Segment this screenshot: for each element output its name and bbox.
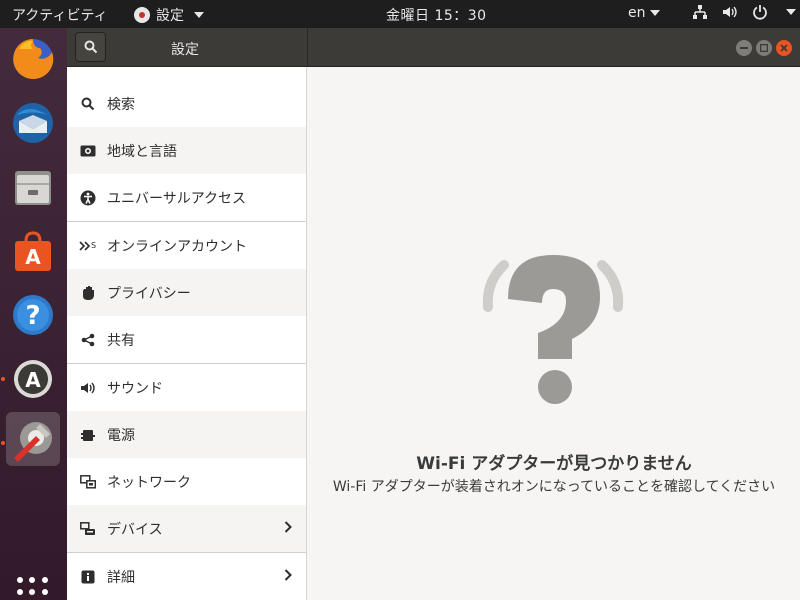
sidebar-item-devices[interactable]: デバイス — [67, 505, 306, 552]
sidebar-item-details[interactable]: 詳細 — [67, 553, 306, 600]
speaker-icon — [79, 379, 97, 397]
header-divider — [307, 28, 308, 67]
input-source-indicator[interactable]: en — [628, 5, 660, 21]
settings-icon[interactable] — [6, 412, 60, 466]
firefox-icon[interactable] — [6, 32, 60, 86]
settings-sidebar: 検索 地域と言語 ユニバーサルアクセス S オンラインアカウント プライバシー … — [67, 67, 307, 600]
accessibility-icon — [79, 189, 97, 207]
sidebar-item-label: ユニバーサルアクセス — [107, 190, 247, 207]
sidebar-item-universal-access[interactable]: ユニバーサルアクセス — [67, 174, 306, 221]
empty-state-title: Wi-Fi アダプターが見つかりません — [416, 454, 692, 474]
dropdown-arrow-icon — [649, 10, 660, 16]
header-bar: 設定 — [67, 28, 800, 67]
devices-icon — [79, 520, 97, 538]
dock: A ? A — [0, 28, 67, 600]
svg-text:A: A — [25, 245, 41, 269]
settings-window: 設定 検索 地域と言語 ユニバーサルアクセス S オンラインアカウント プライバ… — [67, 28, 800, 600]
settings-gear-icon — [134, 7, 150, 23]
network-icon — [79, 473, 97, 491]
thunderbird-icon[interactable] — [6, 96, 60, 150]
clock[interactable]: 金曜日 15：30 — [386, 5, 487, 25]
share-icon — [79, 331, 97, 349]
svg-text:A: A — [25, 368, 41, 392]
running-indicator — [1, 377, 5, 381]
sidebar-item-power[interactable]: 電源 — [67, 411, 306, 458]
search-icon — [79, 95, 97, 113]
maximize-icon — [760, 44, 768, 52]
no-wifi-question-icon — [468, 237, 638, 421]
search-button[interactable] — [75, 32, 106, 62]
sidebar-item-label: サウンド — [107, 380, 163, 397]
region-icon — [79, 142, 97, 160]
dropdown-arrow-icon — [194, 12, 204, 18]
app-menu-label: 設定 — [156, 8, 184, 24]
online-accounts-icon: S — [79, 237, 97, 255]
minimize-button[interactable] — [736, 40, 752, 56]
search-icon — [84, 40, 97, 54]
help-icon[interactable]: ? — [6, 288, 60, 342]
sidebar-item-online-accounts[interactable]: S オンラインアカウント — [67, 222, 306, 269]
sidebar-item-label: ネットワーク — [107, 474, 191, 491]
svg-text:S: S — [91, 241, 96, 250]
chevron-right-icon — [284, 521, 292, 537]
app-menu[interactable]: 設定 — [134, 5, 204, 25]
top-bar: アクティビティ 設定 金曜日 15：30 en — [0, 0, 800, 28]
sidebar-item-region[interactable]: 地域と言語 — [67, 127, 306, 174]
wifi-panel: Wi-Fi アダプターが見つかりません Wi-Fi アダプターが装着されオンにな… — [308, 67, 800, 600]
sidebar-item-label: 検索 — [107, 96, 135, 113]
sidebar-item-label: 電源 — [107, 427, 135, 444]
sidebar-item-label: 詳細 — [107, 569, 135, 586]
sidebar-item-label: 地域と言語 — [107, 143, 177, 160]
dropdown-arrow-icon — [786, 9, 796, 15]
close-button[interactable] — [776, 40, 792, 56]
volume-icon — [722, 4, 738, 20]
sidebar-item-sound[interactable]: サウンド — [67, 364, 306, 411]
svg-text:?: ? — [25, 301, 40, 331]
minimize-icon — [740, 47, 748, 49]
activities-button[interactable]: アクティビティ — [12, 5, 108, 25]
input-source-label: en — [628, 5, 646, 21]
info-icon — [79, 568, 97, 586]
sidebar-item-privacy[interactable]: プライバシー — [67, 269, 306, 316]
software-updater-icon[interactable]: A — [6, 352, 60, 406]
sidebar-item-label: オンラインアカウント — [107, 238, 247, 255]
running-indicator — [1, 441, 5, 445]
system-menu[interactable] — [692, 4, 796, 20]
chevron-right-icon — [284, 569, 292, 585]
sidebar-item-network[interactable]: ネットワーク — [67, 458, 306, 505]
sidebar-item-label: 共有 — [107, 332, 135, 349]
power-icon — [752, 4, 768, 20]
close-icon — [780, 44, 788, 52]
sidebar-item-label: デバイス — [107, 521, 163, 538]
sidebar-item-sharing[interactable]: 共有 — [67, 316, 306, 363]
software-center-icon[interactable]: A — [6, 224, 60, 278]
show-applications-button[interactable] — [17, 577, 49, 600]
empty-state-subtitle: Wi-Fi アダプターが装着されオンになっていることを確認してください — [332, 479, 776, 495]
privacy-hand-icon — [79, 284, 97, 302]
window-title: 設定 — [171, 42, 199, 58]
sidebar-item-search[interactable]: 検索 — [67, 80, 306, 127]
sidebar-item-label: プライバシー — [107, 285, 191, 302]
network-wired-icon — [692, 4, 708, 20]
files-icon[interactable] — [6, 160, 60, 214]
maximize-button[interactable] — [756, 40, 772, 56]
power-plug-icon — [79, 426, 97, 444]
